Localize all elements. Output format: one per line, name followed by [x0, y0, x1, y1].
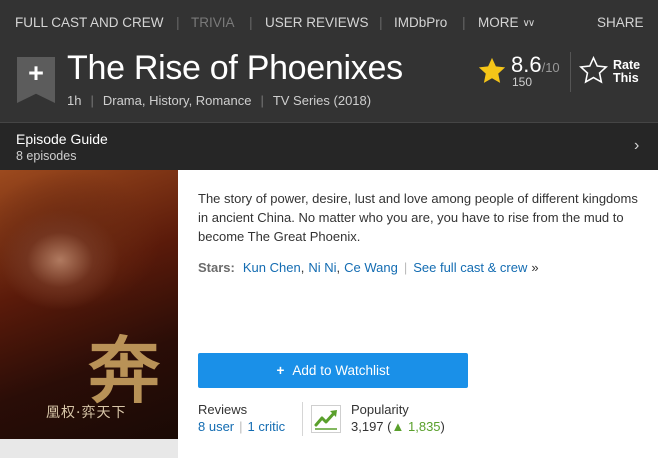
nav-share[interactable]: SHARE	[597, 15, 644, 30]
stars-row: Stars: Kun Chen, Ni Ni, Ce Wang | See full ca…	[198, 260, 539, 275]
rating-score: 8.6	[511, 52, 542, 77]
page-title: The Rise of Phoenixes	[67, 49, 403, 87]
see-full-cast-link[interactable]: See full cast & crew	[413, 260, 527, 275]
star-outline-icon[interactable]	[579, 56, 608, 85]
watchlist-ribbon-icon[interactable]: +	[17, 57, 55, 103]
user-reviews-link[interactable]: 8 user	[198, 419, 234, 434]
nav-imdbpro[interactable]: IMDbPro	[394, 15, 447, 30]
raquo-icon: »	[531, 260, 539, 275]
nav-full-cast[interactable]: FULL CAST AND CREW	[15, 15, 164, 30]
critic-reviews-link[interactable]: 1 critic	[248, 419, 286, 434]
star-icon	[478, 57, 506, 83]
nav-separator: |	[462, 14, 466, 30]
star-link[interactable]: Kun Chen	[243, 260, 301, 275]
nav-user-reviews[interactable]: USER REVIEWS	[265, 15, 369, 30]
double-chevron-down-icon: ∨∨	[522, 18, 536, 29]
plot-summary: The story of power, desire, lust and lov…	[198, 191, 638, 244]
title-header: + The Rise of Phoenixes 1h | Drama, Histor…	[0, 44, 658, 122]
arrow-up-icon: ▲	[391, 419, 405, 434]
nav-separator: |	[249, 14, 253, 30]
trend-up-icon	[311, 405, 341, 433]
popularity-value: 3,197 (▲ 1,835)	[351, 419, 445, 434]
nav-separator: |	[176, 14, 180, 30]
rating-count[interactable]: 150	[512, 75, 532, 89]
episode-guide[interactable]: Episode Guide 8 episodes ›	[0, 122, 658, 170]
reviews-label: Reviews	[198, 402, 248, 417]
main-content: The story of power, desire, lust and lov…	[178, 170, 658, 458]
popularity-label: Popularity	[351, 402, 409, 417]
runtime: 1h	[67, 93, 82, 108]
episode-guide-title: Episode Guide	[16, 131, 108, 147]
rate-this-button[interactable]: Rate This	[613, 59, 640, 85]
title-meta: 1h | Drama, History, Romance | TV Series (20…	[67, 93, 371, 108]
nav-trivia[interactable]: TRIVIA	[191, 15, 235, 30]
reviews-separator: |	[239, 419, 243, 434]
nav-more[interactable]: MORE ∨∨	[478, 15, 536, 30]
popularity-divider	[302, 402, 303, 436]
episode-count: 8 episodes	[16, 149, 77, 163]
stars-label: Stars:	[198, 260, 235, 275]
nav-more-label: MORE	[478, 15, 519, 30]
stars-separator: |	[403, 260, 408, 275]
popularity-rank: 3,197	[351, 419, 384, 434]
meta-separator: |	[260, 93, 264, 108]
poster-image[interactable]: 奔 凰权·弈天下	[0, 170, 178, 439]
rate-line-2: This	[613, 71, 639, 85]
rating-max: /10	[541, 60, 560, 75]
add-to-watchlist-button[interactable]: + Add to Watchlist	[198, 353, 468, 388]
genres[interactable]: Drama, History, Romance	[103, 93, 252, 108]
poster-caption: 凰权·弈天下	[46, 405, 127, 421]
star-link[interactable]: Ni Ni	[308, 260, 336, 275]
top-nav: FULL CAST AND CREW | TRIVIA | USER REVIE…	[0, 0, 658, 44]
add-to-watchlist-label: Add to Watchlist	[292, 363, 390, 378]
meta-separator: |	[90, 93, 94, 108]
chevron-right-icon: ›	[634, 137, 640, 154]
rating-divider	[570, 52, 571, 92]
star-link[interactable]: Ce Wang	[344, 260, 398, 275]
nav-separator: |	[379, 14, 383, 30]
reviews-links: 8 user | 1 critic	[198, 419, 285, 434]
release-info[interactable]: TV Series (2018)	[273, 93, 371, 108]
plus-icon: +	[276, 363, 285, 378]
popularity-change: 1,835	[408, 419, 441, 434]
